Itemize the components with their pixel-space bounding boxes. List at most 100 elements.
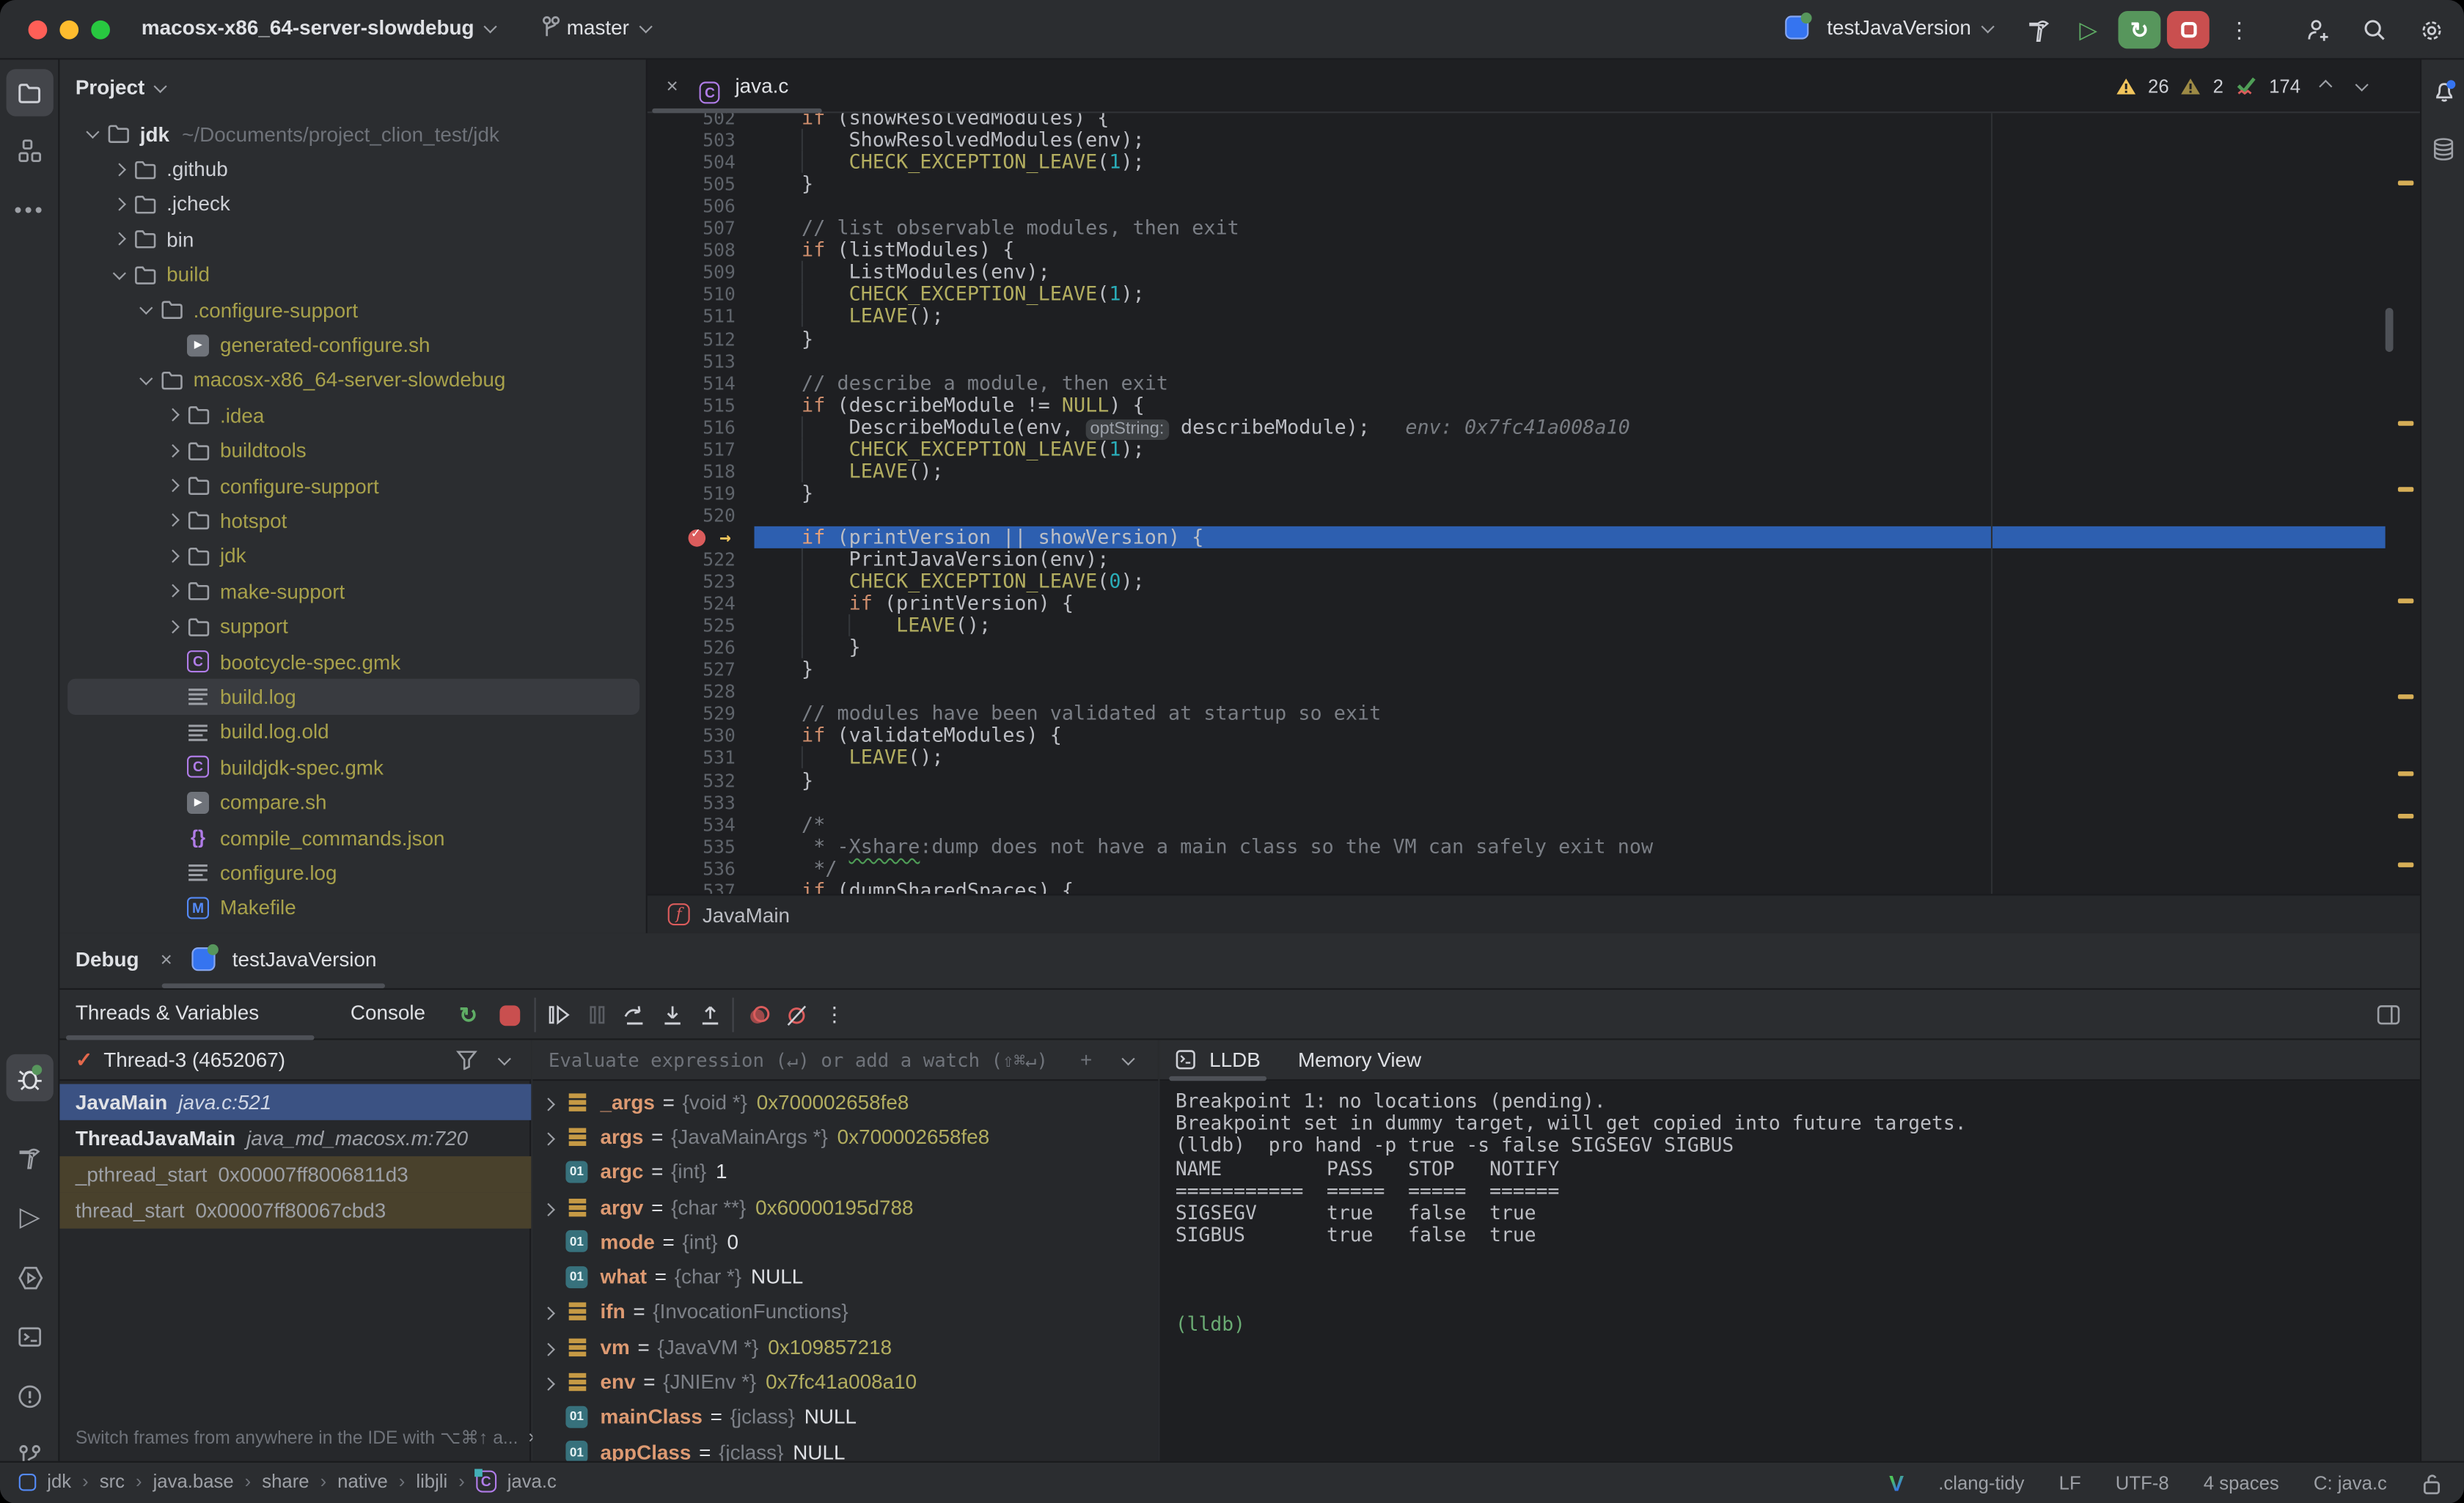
variable-ifn[interactable]: ifn={InvocationFunctions}: [532, 1294, 1158, 1329]
breadcrumb-item-native[interactable]: native: [337, 1471, 388, 1493]
line-number[interactable]: 536: [648, 857, 755, 879]
evaluate-expression-bar[interactable]: Evaluate expression (↵) or add a watch (…: [532, 1040, 1158, 1081]
tree-item-make-support[interactable]: make-support: [59, 573, 647, 609]
stop-button[interactable]: [2167, 11, 2210, 48]
line-number[interactable]: 534: [648, 813, 755, 835]
project-panel-title[interactable]: Project: [76, 76, 166, 99]
code-line-521[interactable]: ✓→ if (printVersion || showVersion) {: [648, 526, 2386, 548]
variable-expand-icon[interactable]: [532, 1370, 564, 1394]
tab-lldb[interactable]: LLDB: [1176, 1048, 1261, 1071]
variable-mode[interactable]: 01mode={int}0: [532, 1224, 1158, 1260]
variable-expand-icon[interactable]: [532, 1195, 564, 1219]
variable-appClass[interactable]: 01appClass={jclass}NULL: [532, 1434, 1158, 1460]
tree-item-hotspot[interactable]: hotspot: [59, 503, 647, 538]
resume-button[interactable]: [540, 996, 578, 1034]
variable-argc[interactable]: 01argc={int}1: [532, 1154, 1158, 1189]
stripe-warning-mark[interactable]: [2398, 862, 2413, 867]
run-configuration-selector[interactable]: testJavaVersion: [1785, 15, 1992, 39]
tree-item-configure-support[interactable]: configure-support: [59, 468, 647, 503]
code-line-507[interactable]: 507 // list observable modules, then exi…: [648, 217, 2386, 239]
line-number[interactable]: 522: [648, 548, 755, 570]
code-line-505[interactable]: 505 }: [648, 173, 2386, 195]
variable-mainClass[interactable]: 01mainClass={jclass}NULL: [532, 1400, 1158, 1435]
thread-dropdown-icon[interactable]: [498, 1052, 511, 1065]
tree-expand-icon[interactable]: [113, 266, 126, 279]
code-line-504[interactable]: 504 CHECK_EXCEPTION_LEAVE(1);: [648, 151, 2386, 173]
stripe-warning-mark[interactable]: [2398, 421, 2413, 425]
sticky-function-row[interactable]: f JavaMain: [648, 894, 2420, 933]
tab-threads-variables[interactable]: Threads & Variables: [76, 1001, 259, 1024]
tree-item-.github[interactable]: .github: [59, 152, 647, 187]
prev-problem-icon[interactable]: [2319, 79, 2332, 92]
line-number[interactable]: 523: [648, 570, 755, 592]
window-minimize-button[interactable]: [59, 21, 78, 40]
problems-tool-button[interactable]: [7, 1373, 54, 1420]
database-tool-button[interactable]: [2420, 125, 2464, 172]
code-line-520[interactable]: 520: [648, 504, 2386, 526]
debug-more-button[interactable]: ⋮: [815, 996, 853, 1034]
tree-item-compare.sh[interactable]: ▸compare.sh: [59, 784, 647, 820]
code-line-532[interactable]: 532 }: [648, 769, 2386, 791]
line-number[interactable]: 530: [648, 725, 755, 747]
tree-expand-icon[interactable]: [139, 301, 153, 315]
tree-expand-icon[interactable]: [166, 584, 180, 598]
tree-expand-icon[interactable]: [166, 620, 180, 633]
project-selector[interactable]: macosx-x86_64-server-slowdebug: [142, 15, 495, 39]
line-number[interactable]: 504: [648, 151, 755, 173]
variable-expand-icon[interactable]: [532, 1089, 564, 1113]
breadcrumb-item-share[interactable]: share: [262, 1471, 309, 1493]
code-line-524[interactable]: 524 if (printVersion) {: [648, 592, 2386, 614]
tab-console[interactable]: Console: [351, 1001, 425, 1024]
tree-item-macosx-x86_64-server-slowdebug[interactable]: macosx-x86_64-server-slowdebug: [59, 362, 647, 397]
code-line-510[interactable]: 510 CHECK_EXCEPTION_LEAVE(1);: [648, 284, 2386, 306]
tree-item-support[interactable]: support: [59, 609, 647, 644]
tree-item-configure.log[interactable]: configure.log: [59, 855, 647, 890]
filter-icon[interactable]: [455, 1049, 477, 1070]
tree-expand-icon[interactable]: [166, 514, 180, 527]
branch-selector[interactable]: master: [540, 15, 650, 39]
line-number[interactable]: 528: [648, 680, 755, 702]
variable-vm[interactable]: vm={JavaVM *}0x109857218: [532, 1329, 1158, 1364]
breadcrumb-item-libjli[interactable]: libjli: [416, 1471, 447, 1493]
frame-thread_start[interactable]: thread_start0x00007ff80067cbd3: [59, 1192, 531, 1228]
variable-expand-icon[interactable]: [532, 1300, 564, 1323]
tree-item-.configure-support[interactable]: .configure-support: [59, 292, 647, 327]
layout-settings-button[interactable]: [2369, 996, 2407, 1034]
thread-selector[interactable]: ✓ Thread-3 (4652067): [59, 1040, 531, 1081]
stripe-warning-mark[interactable]: [2398, 814, 2413, 818]
code-line-537[interactable]: 537 if (dumpSharedSpaces) {: [648, 879, 2386, 894]
stripe-warning-mark[interactable]: [2398, 487, 2413, 491]
tree-item-generated-configure.sh[interactable]: ▸generated-configure.sh: [59, 327, 647, 362]
variable-expand-icon[interactable]: [532, 1125, 564, 1148]
status-line-ending[interactable]: LF: [2059, 1472, 2081, 1494]
code-line-528[interactable]: 528: [648, 680, 2386, 702]
project-tool-button[interactable]: [7, 69, 54, 116]
line-number[interactable]: 525: [648, 614, 755, 636]
line-number[interactable]: 526: [648, 636, 755, 658]
code-line-511[interactable]: 511 LEAVE();: [648, 306, 2386, 328]
code-line-503[interactable]: 503 ShowResolvedModules(env);: [648, 129, 2386, 151]
code-line-513[interactable]: 513: [648, 350, 2386, 372]
debug-session-tab[interactable]: × testJavaVersion: [161, 947, 377, 971]
line-number[interactable]: ✓→: [648, 526, 755, 548]
variable-args[interactable]: args={JavaMainArgs *}0x700002658fe8: [532, 1119, 1158, 1154]
code-view[interactable]: 502 if (showResolvedModules) {503 ShowRe…: [648, 113, 2386, 894]
code-with-me-button[interactable]: [2296, 11, 2337, 48]
pause-button[interactable]: [579, 996, 616, 1034]
frame-_pthread_start[interactable]: _pthread_start0x00007ff8006811d3: [59, 1156, 531, 1192]
window-close-button[interactable]: [29, 21, 48, 40]
code-line-515[interactable]: 515 if (describeModule != NULL) {: [648, 394, 2386, 416]
line-number[interactable]: 502: [648, 113, 755, 129]
step-into-button[interactable]: [653, 996, 691, 1034]
code-line-536[interactable]: 536 */: [648, 857, 2386, 879]
code-line-506[interactable]: 506: [648, 195, 2386, 217]
status-context[interactable]: C: java.c: [2314, 1472, 2387, 1494]
code-line-523[interactable]: 523 CHECK_EXCEPTION_LEAVE(0);: [648, 570, 2386, 592]
tree-item-jdk[interactable]: jdk~/Documents/project_clion_test/jdk: [59, 117, 647, 152]
error-stripe[interactable]: [2386, 113, 2420, 894]
line-number[interactable]: 507: [648, 217, 755, 239]
step-out-button[interactable]: [692, 996, 729, 1034]
lldb-output[interactable]: Breakpoint 1: no locations (pending).Bre…: [1159, 1081, 2420, 1461]
build-tool-button[interactable]: [7, 1134, 54, 1181]
line-number[interactable]: 503: [648, 129, 755, 151]
